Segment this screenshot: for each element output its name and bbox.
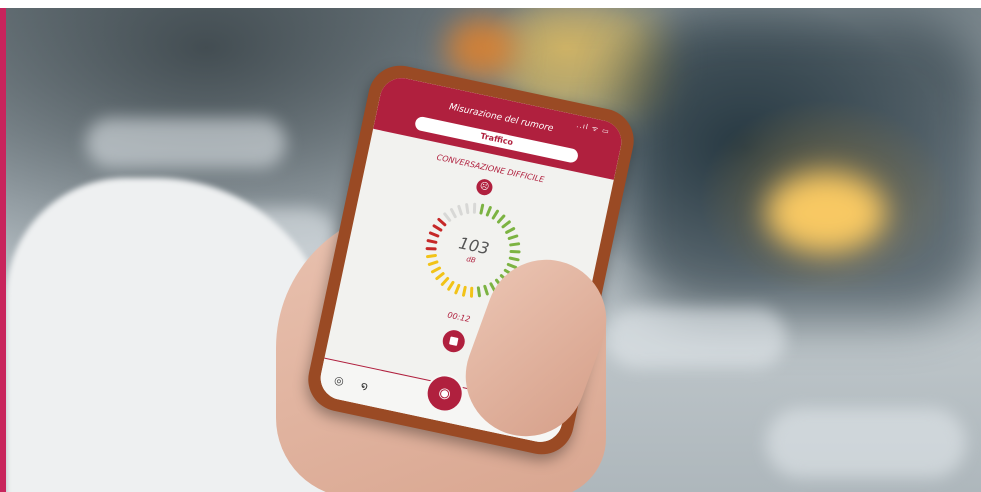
sad-face-icon: ☹ [474,177,494,197]
image-frame: ..ıl ᯤ ▭ Misurazione del rumore Traffico… [0,0,981,492]
gauge-segment [507,234,519,240]
gauge-segment [491,209,499,220]
car-headlight [766,173,886,253]
gauge-segment [465,203,470,215]
gauge-segment [479,203,485,215]
gauge-segment [497,214,506,224]
crosswalk-stripe [766,408,966,478]
gauge-segment [476,286,481,298]
gauge-segment [501,220,511,229]
gauge-segment [430,266,442,274]
gauge-segment [449,208,457,219]
gauge-segment [437,217,447,227]
gauge-segment [485,206,492,217]
gauge-segment [447,280,455,291]
record-icon[interactable]: ◉ [422,370,468,416]
background-car [626,18,981,318]
gauge-segment [483,284,489,296]
gauge-segment [435,272,445,281]
crosswalk-stripe [86,118,286,168]
gauge-segment [443,212,452,222]
gauge-segment [469,286,474,298]
gauge-segment [462,285,467,297]
gauge-segment [427,260,439,266]
stop-button[interactable] [440,328,467,355]
gauge-segment [454,283,461,295]
crosswalk-stripe [606,308,786,368]
ear-icon[interactable]: ໑ [356,378,373,395]
gauge-segment [472,202,477,214]
gauge-segment [440,276,450,286]
photo: ..ıl ᯤ ▭ Misurazione del rumore Traffico… [6,8,981,492]
gauge-segment [457,204,463,216]
stop-icon [448,336,459,346]
headset-icon[interactable]: ◎ [331,373,348,390]
gauge-segment [505,227,516,234]
background-orange-light [446,18,516,78]
